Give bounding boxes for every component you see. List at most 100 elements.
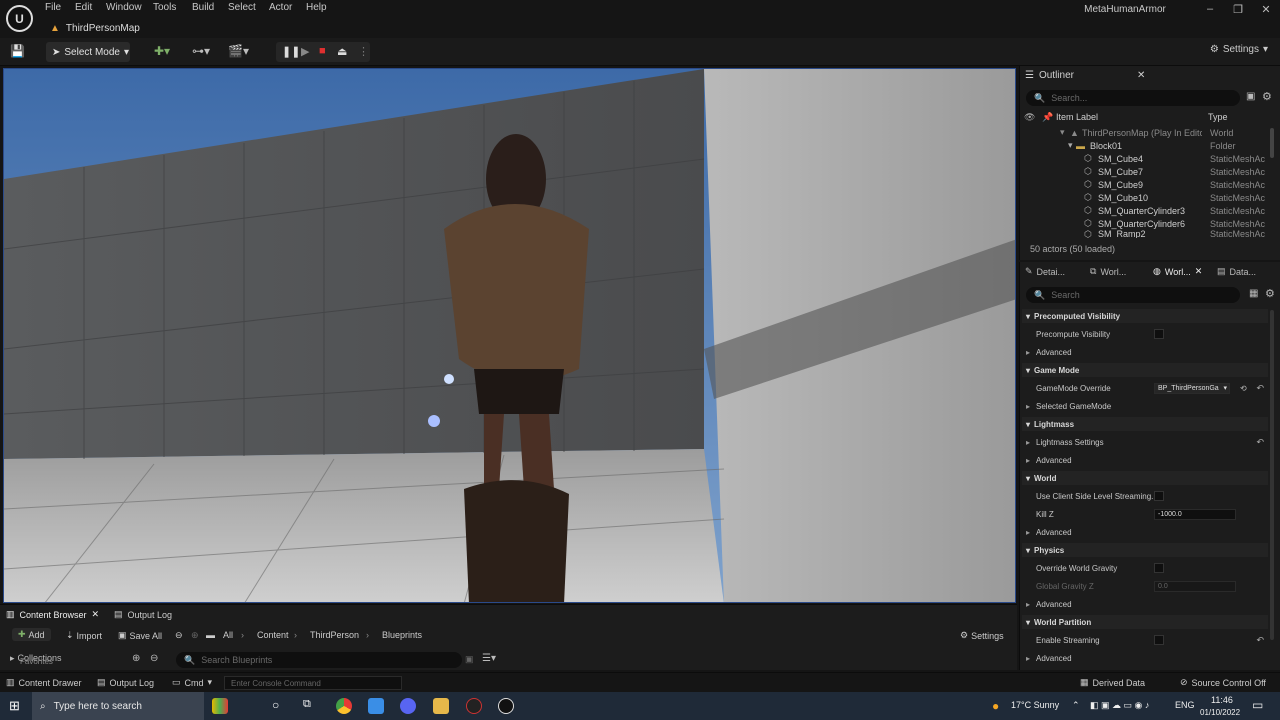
tree-row[interactable]: ⬡ SM_Cube9 StaticMeshAc (1020, 178, 1270, 191)
tree-row[interactable]: ⬡ SM_QuarterCylinder3 StaticMeshAc (1020, 204, 1270, 217)
windows-start-icon[interactable]: ⊞ (9, 698, 20, 714)
menu-help[interactable]: Help (306, 2, 327, 13)
prop-selected-gamemode[interactable]: ▸ Selected GameMode (1022, 399, 1268, 413)
blueprint-icon[interactable]: ⊶▾ (192, 44, 210, 58)
task-view-icon[interactable]: ⧉ (303, 698, 311, 711)
checkbox[interactable] (1154, 635, 1164, 645)
table-view-icon[interactable]: ▦ (1249, 288, 1258, 299)
tab-output-log[interactable]: ▤ Output Log (114, 609, 172, 620)
history-forward-icon[interactable]: ⊕ (191, 630, 199, 641)
minimize-icon[interactable]: – (1200, 3, 1220, 15)
breadcrumb-all[interactable]: All (223, 630, 233, 640)
section-world[interactable]: ▾ World (1022, 471, 1268, 485)
menu-tools[interactable]: Tools (153, 2, 176, 13)
checkbox[interactable] (1154, 563, 1164, 573)
prop-advanced[interactable]: ▸ Advanced (1022, 597, 1268, 611)
tree-row[interactable]: ▾ ▲ ThirdPersonMap (Play In Editor) Worl… (1020, 126, 1270, 139)
tab-outliner[interactable]: ☰ Outliner ✕ (1025, 70, 1145, 81)
menu-edit[interactable]: Edit (75, 2, 92, 13)
reset-icon[interactable]: ↶ (1256, 383, 1264, 394)
content-drawer-button[interactable]: ▥ Content Drawer (6, 677, 82, 688)
pin-icon[interactable]: 📌 (1042, 112, 1053, 123)
section-lightmass[interactable]: ▾ Lightmass (1022, 417, 1268, 431)
breadcrumb-content[interactable]: Content (257, 630, 289, 640)
close-window-icon[interactable]: ✕ (1256, 3, 1276, 16)
tab-details[interactable]: ✎ Detai... (1025, 266, 1065, 277)
close-tab-icon[interactable]: ✕ (1137, 70, 1145, 81)
details-search-input[interactable]: 🔍 Search (1026, 287, 1240, 303)
maximize-icon[interactable]: ❐ (1228, 3, 1248, 16)
section-precomputed-visibility[interactable]: ▾ Precomputed Visibility (1022, 309, 1268, 323)
more-options-icon[interactable]: ⋮ (358, 45, 369, 58)
browse-icon[interactable]: ⟲ (1240, 384, 1247, 393)
add-collection-icon[interactable]: ⊕ (132, 653, 140, 664)
source-control-button[interactable]: ⊘ Source Control Off (1180, 677, 1266, 688)
frame-advance-icon[interactable]: ▶ (301, 45, 309, 58)
clock-date[interactable]: 01/10/2022 (1200, 708, 1240, 717)
add-actor-icon[interactable]: ✚▾ (154, 44, 170, 58)
menu-select[interactable]: Select (228, 2, 256, 13)
cmd-dropdown[interactable]: ▭ Cmd ▾ (172, 677, 212, 688)
menu-build[interactable]: Build (192, 2, 214, 13)
clock-time[interactable]: 11:46 (1211, 695, 1233, 705)
level-viewport[interactable] (3, 68, 1016, 603)
save-search-icon[interactable]: ▣ (465, 654, 474, 665)
add-button[interactable]: ✚ Add (12, 628, 51, 641)
select-mode-dropdown[interactable]: ➤ Select Mode ▾ (46, 42, 130, 62)
store-icon[interactable] (368, 698, 384, 714)
blueprint-search-input[interactable]: 🔍 Search Blueprints (176, 652, 462, 668)
reset-icon[interactable]: ↶ (1256, 437, 1264, 448)
breadcrumb-thirdperson[interactable]: ThirdPerson (310, 630, 359, 640)
search-collection-icon[interactable]: ⊖ (150, 653, 158, 664)
weather-text[interactable]: 17°C Sunny (1011, 700, 1059, 710)
tab-data-layers[interactable]: ▤ Data... (1217, 266, 1256, 277)
file-explorer-icon[interactable] (433, 698, 449, 714)
section-game-mode[interactable]: ▾ Game Mode (1022, 363, 1268, 377)
save-icon[interactable]: 💾 (10, 44, 25, 58)
gear-icon[interactable]: ⚙ (1265, 287, 1275, 300)
tab-world-outliner[interactable]: ⧉ Worl... (1090, 266, 1126, 277)
cinematics-icon[interactable]: 🎬▾ (228, 44, 249, 58)
save-all-button[interactable]: ▣ Save All (118, 630, 162, 641)
prop-advanced[interactable]: ▸ Advanced (1022, 453, 1268, 467)
output-log-button[interactable]: ▤ Output Log (97, 677, 154, 688)
folder-icon[interactable]: ▬ (206, 630, 215, 640)
add-folder-icon[interactable]: ▣ (1246, 91, 1255, 102)
checkbox[interactable] (1154, 329, 1164, 339)
cortana-icon[interactable]: ○ (272, 698, 279, 712)
close-tab-icon[interactable]: ✕ (1195, 266, 1203, 277)
tree-row[interactable]: ⬡ SM_Cube10 StaticMeshAc (1020, 191, 1270, 204)
visibility-icon[interactable]: 👁 (1024, 112, 1035, 123)
cb-settings-button[interactable]: ⚙ Settings (960, 630, 1004, 641)
unreal-engine-icon[interactable] (498, 698, 514, 714)
history-back-icon[interactable]: ⊖ (175, 630, 183, 641)
menu-file[interactable]: File (45, 2, 61, 13)
outliner-scrollbar[interactable] (1270, 128, 1274, 158)
notification-icon[interactable]: ▭ (1252, 698, 1263, 712)
tree-row[interactable]: ⬡ SM_Cube4 StaticMeshAc (1020, 152, 1270, 165)
tree-row[interactable]: ▾ ▬ Block01 Folder (1020, 139, 1270, 152)
reset-icon[interactable]: ↶ (1256, 635, 1264, 646)
section-physics[interactable]: ▾ Physics (1022, 543, 1268, 557)
app-icon-colorful[interactable] (212, 698, 228, 714)
settings-button[interactable]: ⚙ Settings ▾ (1210, 44, 1268, 55)
tree-row[interactable]: ⬡ SM_QuarterCylinder6 StaticMeshAc (1020, 217, 1270, 230)
col-item-label[interactable]: Item Label (1056, 112, 1098, 122)
taskbar-search-input[interactable]: ⌕ Type here to search (32, 692, 204, 720)
details-scrollbar[interactable] (1270, 310, 1274, 640)
prop-advanced[interactable]: ▸ Advanced (1022, 525, 1268, 539)
checkbox[interactable] (1154, 491, 1164, 501)
kill-z-input[interactable]: -1000.0 (1154, 508, 1236, 520)
obs-icon[interactable] (466, 698, 482, 714)
close-tab-icon[interactable]: ✕ (92, 609, 100, 620)
menu-actor[interactable]: Actor (269, 2, 292, 13)
gamemode-dropdown[interactable]: BP_ThirdPersonGa ▾ (1154, 382, 1230, 394)
pause-icon[interactable]: ❚❚ (282, 45, 300, 58)
outliner-search-input[interactable]: 🔍 Search... (1026, 90, 1240, 106)
eject-icon[interactable]: ⏏ (337, 45, 347, 58)
tray-icons[interactable]: ◧ ▣ ☁ ▭ ◉ ♪ (1090, 700, 1149, 711)
tree-row[interactable]: ⬡ SM_Cube7 StaticMeshAc (1020, 165, 1270, 178)
language-indicator[interactable]: ENG (1175, 700, 1195, 710)
tab-world-settings[interactable]: ◍ Worl... ✕ (1153, 266, 1202, 277)
tray-chevron-icon[interactable]: ⌃ (1072, 700, 1080, 711)
